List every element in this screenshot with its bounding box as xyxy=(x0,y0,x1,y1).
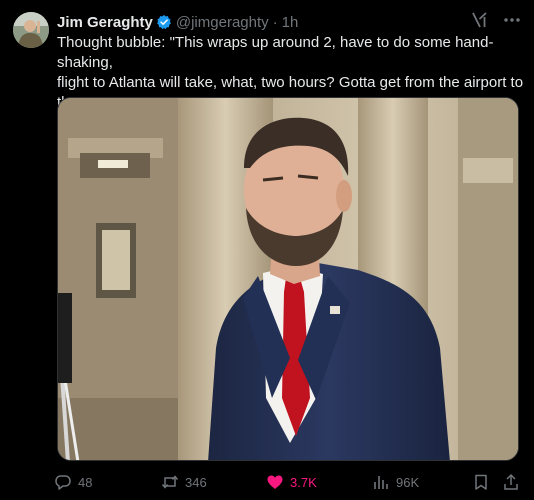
tweet-header: Jim Geraghty @jimgeraghty · 1h xyxy=(57,12,298,32)
views-button[interactable]: 96K xyxy=(372,471,419,493)
like-count: 3.7K xyxy=(290,474,317,490)
grok-icon[interactable] xyxy=(470,10,490,30)
media-photo xyxy=(58,98,518,460)
share-icon xyxy=(504,473,518,490)
author-display-name[interactable]: Jim Geraghty xyxy=(57,14,153,31)
views-icon xyxy=(374,476,388,489)
reply-button[interactable]: 48 xyxy=(54,471,92,493)
verified-badge-icon xyxy=(156,15,171,30)
repost-button[interactable]: 346 xyxy=(161,471,207,493)
bookmark-icon xyxy=(475,474,487,490)
header-separator: · xyxy=(272,13,278,31)
reply-icon xyxy=(55,475,71,490)
avatar-image xyxy=(13,12,49,48)
like-button[interactable]: 3.7K xyxy=(266,471,317,493)
author-handle[interactable]: @jimgeraghty xyxy=(176,14,269,31)
more-icon[interactable] xyxy=(502,10,522,30)
tweet-actions-bar: 48 346 3.7K 96K xyxy=(54,471,520,493)
tweet-timestamp[interactable]: 1h xyxy=(282,14,299,31)
tweet[interactable]: Jim Geraghty @jimgeraghty · 1h Thought b… xyxy=(0,0,534,500)
bookmark-button[interactable] xyxy=(472,471,490,493)
views-count: 96K xyxy=(396,474,420,490)
top-actions xyxy=(470,10,522,30)
repost-count: 346 xyxy=(185,474,207,490)
author-avatar[interactable] xyxy=(13,12,49,48)
tweet-media-image[interactable] xyxy=(57,97,519,461)
heart-icon xyxy=(267,475,283,489)
share-button[interactable] xyxy=(502,471,520,493)
reply-count: 48 xyxy=(78,474,93,490)
repost-icon xyxy=(161,475,179,489)
